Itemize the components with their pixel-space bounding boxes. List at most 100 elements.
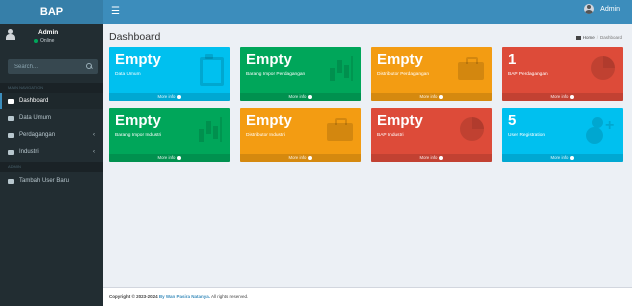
sidebar-item-label: Tambah User Baru — [19, 178, 70, 184]
user-add-icon — [589, 114, 615, 142]
breadcrumb-current: Dashboard — [599, 35, 622, 40]
app-logo[interactable]: BAP — [0, 0, 103, 24]
info-box-barang-impor-industri: Empty Barang Impor Industri More info — [109, 108, 230, 162]
user-plus-icon — [8, 178, 14, 184]
industry-icon — [8, 149, 14, 155]
more-info-label: More info — [550, 94, 569, 99]
info-box-user-registration: 5 User Registration More info — [502, 108, 623, 162]
info-box-bap-industri: Empty BAP Industri More info — [371, 108, 492, 162]
sidebar-item-label: Data Umum — [19, 115, 52, 121]
info-box-value: Empty — [115, 51, 161, 68]
more-info-link[interactable]: More info — [502, 93, 623, 101]
footer-rights: All rights reserved. — [210, 294, 249, 299]
info-box-value: Empty — [246, 112, 292, 129]
info-box-bap-perdagangan: 1 BAP Perdagangan More info — [502, 47, 623, 101]
more-info-label: More info — [288, 94, 307, 99]
breadcrumb: Home / Dashboard — [575, 35, 622, 40]
arrow-circle-right-icon — [570, 94, 575, 99]
info-box-label: User Registration — [508, 133, 546, 138]
info-box-value: 1 — [508, 51, 517, 68]
page-title: Dashboard — [109, 31, 161, 43]
more-info-link[interactable]: More info — [240, 93, 361, 101]
pie-chart-icon — [458, 114, 484, 142]
more-info-link[interactable]: More info — [109, 154, 230, 162]
dashboard-icon — [8, 98, 14, 104]
info-box-value: Empty — [246, 51, 292, 68]
chevron-left-icon: ‹ — [93, 149, 95, 155]
chevron-left-icon: ‹ — [93, 132, 95, 138]
clipboard-icon — [196, 53, 224, 86]
info-box-label: BAP Industri — [377, 133, 404, 138]
breadcrumb-home[interactable]: Home — [583, 35, 595, 40]
info-box-label: Barang Impor Perdagangan — [246, 72, 306, 77]
user-status: Online — [34, 38, 54, 44]
sidebar-item-tambah-user-baru[interactable]: Tambah User Baru — [0, 173, 103, 189]
arrow-circle-right-icon — [439, 94, 444, 99]
arrow-circle-right-icon — [177, 155, 182, 160]
user-panel: Admin Online — [0, 24, 103, 55]
info-box-label: Distributor Industri — [246, 133, 285, 138]
briefcase-icon — [327, 114, 353, 142]
page-footer: Copyright © 2023-2024 By Wan Pasira Nata… — [103, 287, 632, 306]
footer-copyright: Copyright © 2023-2024 — [109, 294, 158, 299]
arrow-circle-right-icon — [308, 94, 313, 99]
arrow-circle-right-icon — [439, 155, 444, 160]
admin-header: ADMIN — [0, 162, 103, 172]
more-info-link[interactable]: More info — [371, 154, 492, 162]
more-info-label: More info — [157, 94, 176, 99]
pie-chart-icon — [589, 53, 615, 81]
more-info-label: More info — [550, 155, 569, 160]
info-box-value: Empty — [115, 112, 161, 129]
sidebar-item-industri[interactable]: Industri ‹ — [0, 144, 103, 160]
more-info-link[interactable]: More info — [371, 93, 492, 101]
sidebar-item-label: Industri — [19, 149, 39, 155]
sidebar-toggle-icon[interactable]: ☰ — [111, 5, 120, 19]
sidebar-item-label: Dashboard — [19, 98, 49, 104]
info-box-value: 5 — [508, 112, 517, 129]
breadcrumb-separator: / — [596, 35, 598, 40]
sidebar: Admin Online MAIN NAVIGATION Dashboard D… — [0, 24, 103, 306]
arrow-circle-right-icon — [308, 155, 313, 160]
bar-chart-icon — [327, 53, 353, 81]
more-info-label: More info — [157, 155, 176, 160]
search-input[interactable] — [8, 59, 84, 74]
bar-chart-icon — [196, 114, 222, 142]
info-box-label: Distributor Perdagangan — [377, 72, 429, 77]
info-box-distributor-perdagangan: Empty Distributor Perdagangan More info — [371, 47, 492, 101]
more-info-label: More info — [419, 94, 438, 99]
home-icon — [575, 35, 581, 40]
search-icon[interactable] — [86, 63, 93, 70]
sidebar-item-data-umum[interactable]: Data Umum — [0, 110, 103, 126]
info-box-label: BAP Perdagangan — [508, 72, 548, 77]
info-box-label: Barang Impor Industri — [115, 133, 162, 138]
main-navigation-header: MAIN NAVIGATION — [0, 83, 103, 93]
sidebar-search — [8, 59, 98, 74]
more-info-link[interactable]: More info — [502, 154, 623, 162]
briefcase-icon — [458, 53, 484, 81]
sidebar-item-label: Perdagangan — [19, 132, 56, 138]
main-content: Dashboard Home / Dashboard Empty Data Um… — [103, 24, 632, 287]
info-box-value: Empty — [377, 112, 423, 129]
arrow-circle-right-icon — [177, 94, 182, 99]
user-status-label: Online — [40, 38, 55, 44]
navbar-user-menu[interactable]: Admin — [584, 4, 620, 14]
table-icon — [8, 115, 14, 121]
user-avatar-icon — [6, 29, 15, 40]
more-info-link[interactable]: More info — [109, 93, 230, 101]
info-box-data-umum: Empty Data Umum More info — [109, 47, 230, 101]
sidebar-item-perdagangan[interactable]: Perdagangan ‹ — [0, 127, 103, 143]
arrow-circle-right-icon — [570, 155, 575, 160]
info-box-distributor-industri: Empty Distributor Industri More info — [240, 108, 361, 162]
footer-author-link[interactable]: By Wan Pasira Natanya. — [159, 294, 210, 299]
more-info-label: More info — [288, 155, 307, 160]
sidebar-item-dashboard[interactable]: Dashboard — [0, 93, 103, 109]
briefcase-icon — [8, 132, 14, 138]
online-status-icon — [34, 39, 38, 43]
more-info-link[interactable]: More info — [240, 154, 361, 162]
sidebar-user-name: Admin — [38, 29, 59, 36]
info-box-value: Empty — [377, 51, 423, 68]
info-box-barang-impor-perdagangan: Empty Barang Impor Perdagangan More info — [240, 47, 361, 101]
more-info-label: More info — [419, 155, 438, 160]
info-box-label: Data Umum — [115, 72, 141, 77]
user-avatar-icon — [584, 4, 595, 14]
